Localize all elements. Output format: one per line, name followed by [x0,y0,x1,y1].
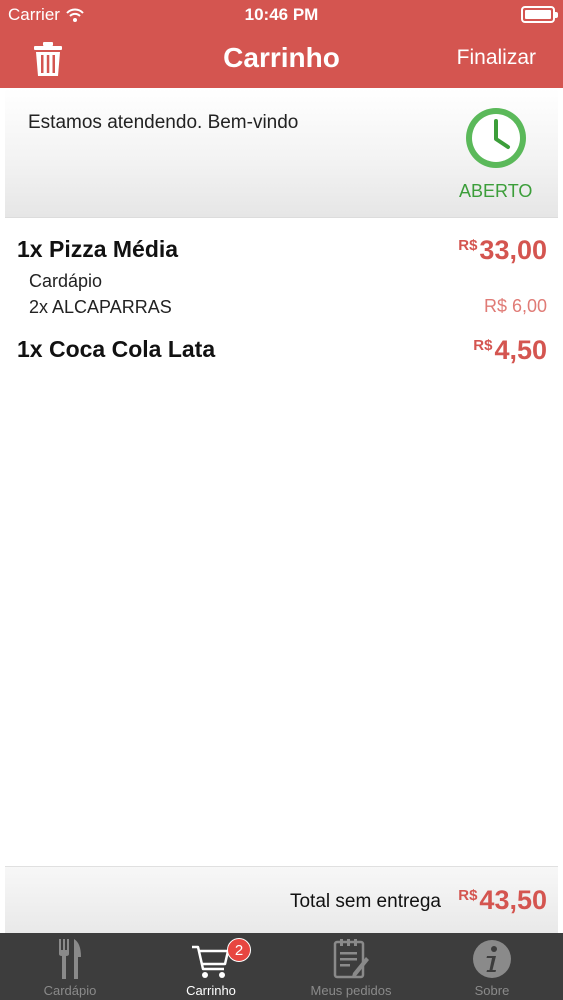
header: Carrier 10:46 PM Carrinho Finalizar [0,0,563,88]
item-name: 1x Pizza Média [17,236,179,262]
status-time: 10:46 PM [244,5,319,24]
cart-icon [192,945,230,978]
tab-bar: Cardápio 2 Carrinho Meus pedidos Sobre [0,933,563,1000]
total-label: Total sem entrega [289,891,441,912]
item-price: R$33,00 [458,235,547,266]
item-name: 1x Coca Cola Lata [17,336,216,362]
currency-symbol: R$ [458,887,478,904]
status-bar: Carrier 10:46 PM [0,0,563,30]
tab-carrinho[interactable]: 2 Carrinho [141,933,281,1000]
order-list-icon [333,939,369,979]
info-icon [473,940,511,978]
item-price: R$4,50 [473,335,547,366]
currency-symbol: R$ [458,237,478,254]
cart-item[interactable]: 1x Pizza Média R$33,00 Cardápio 2x ALCAP… [0,220,563,318]
nav-bar: Carrinho Finalizar [0,30,563,88]
tab-label: Carrinho [186,983,236,998]
total-value: 43,50 [479,885,547,915]
item-detail-price: R$ 6,00 [483,296,547,316]
price-value: 33,00 [479,235,547,265]
battery-icon [521,6,558,23]
total-bar: Total sem entrega R$43,50 [5,866,558,933]
tab-label: Meus pedidos [310,983,392,998]
tab-cardapio[interactable]: Cardápio [0,933,140,1000]
tab-label: Cardápio [43,983,97,998]
cart-count-badge: 2 [227,938,251,962]
cart-item[interactable]: 1x Coca Cola Lata R$4,50 [0,318,563,365]
tab-label: Sobre [474,983,510,998]
fork-knife-icon [59,939,81,979]
cart-items: 1x Pizza Média R$33,00 Cardápio 2x ALCAP… [0,220,563,365]
tab-sobre[interactable]: Sobre [422,933,562,1000]
item-detail: 2x ALCAPARRAS [29,297,172,317]
currency-symbol: R$ [473,337,493,354]
tab-meus-pedidos[interactable]: Meus pedidos [281,933,421,1000]
status-badge: ABERTO [459,181,533,201]
total-price: R$43,50 [458,885,547,916]
price-value: 4,50 [494,335,547,365]
store-status-card: Estamos atendendo. Bem-vindo ABERTO [5,88,558,218]
clock-icon [466,108,526,168]
item-detail: Cardápio [29,271,103,291]
finalize-button[interactable]: Finalizar [457,46,536,70]
welcome-message: Estamos atendendo. Bem-vindo [28,112,299,133]
